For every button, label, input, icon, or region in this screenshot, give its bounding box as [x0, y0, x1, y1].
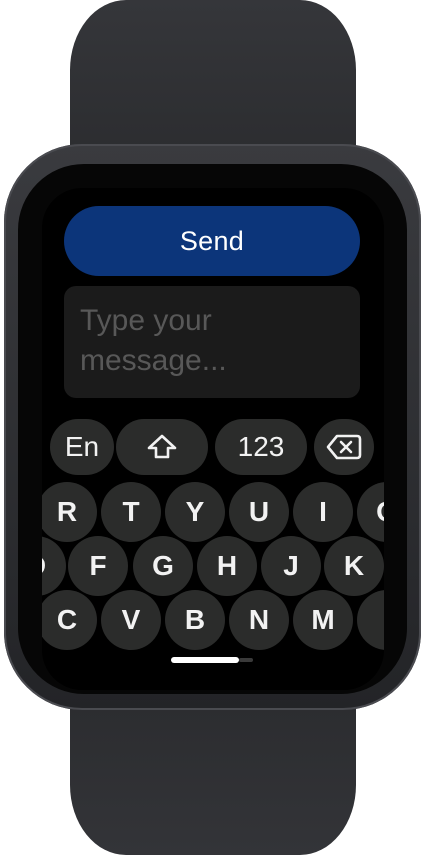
key-b[interactable]: B [165, 590, 225, 650]
key-h[interactable]: H [197, 536, 257, 596]
key-i[interactable]: I [293, 482, 353, 542]
home-indicator-track [239, 658, 253, 662]
watch-screen: Send Type your message... En 123 R T Y U… [42, 188, 384, 690]
watch-device: Send Type your message... En 123 R T Y U… [0, 0, 426, 855]
key-o[interactable]: O [357, 482, 384, 542]
home-indicator[interactable] [171, 657, 239, 663]
numbers-key[interactable]: 123 [215, 419, 307, 475]
key-d[interactable]: D [42, 536, 66, 596]
shift-key[interactable] [116, 419, 208, 475]
key-v[interactable]: V [101, 590, 161, 650]
shift-arrow-icon [147, 434, 177, 459]
key-comma[interactable]: , [357, 590, 384, 650]
language-key[interactable]: En [50, 419, 114, 475]
key-f[interactable]: F [68, 536, 128, 596]
watch-strap-bottom [70, 686, 356, 855]
key-j[interactable]: J [261, 536, 321, 596]
key-m[interactable]: M [293, 590, 353, 650]
backspace-key[interactable] [314, 419, 374, 475]
key-t[interactable]: T [101, 482, 161, 542]
backspace-icon [326, 434, 362, 460]
send-button[interactable]: Send [64, 206, 360, 276]
message-input[interactable]: Type your message... [64, 286, 360, 398]
key-y[interactable]: Y [165, 482, 225, 542]
key-g[interactable]: G [133, 536, 193, 596]
key-n[interactable]: N [229, 590, 289, 650]
key-u[interactable]: U [229, 482, 289, 542]
key-c[interactable]: C [42, 590, 97, 650]
key-r[interactable]: R [42, 482, 97, 542]
key-k[interactable]: K [324, 536, 384, 596]
